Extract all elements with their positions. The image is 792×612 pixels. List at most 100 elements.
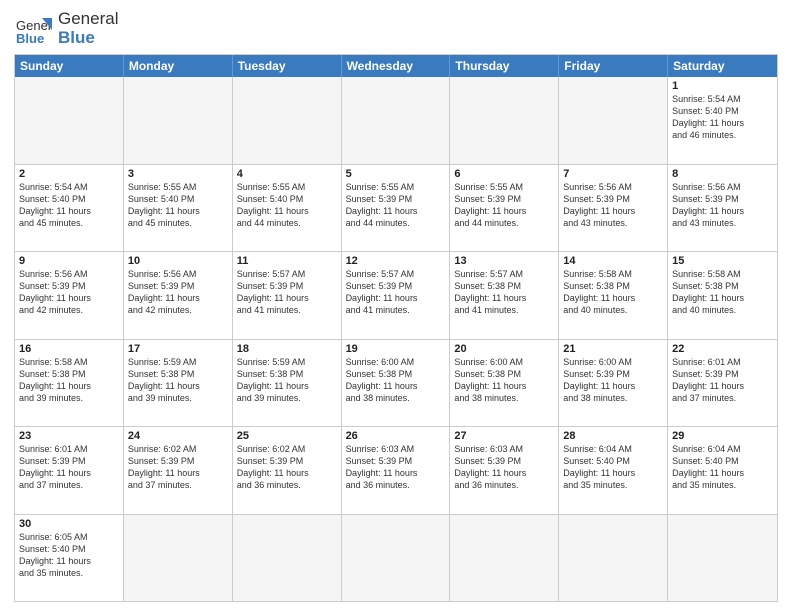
cell-info: Sunrise: 5:54 AM Sunset: 5:40 PM Dayligh… bbox=[672, 93, 773, 142]
day-number: 10 bbox=[128, 255, 228, 267]
day-number: 29 bbox=[672, 430, 773, 442]
cell-info: Sunrise: 5:59 AM Sunset: 5:38 PM Dayligh… bbox=[237, 356, 337, 405]
logo-general-text: General bbox=[58, 10, 118, 29]
day-number: 1 bbox=[672, 80, 773, 92]
day-number: 28 bbox=[563, 430, 663, 442]
day-number: 4 bbox=[237, 168, 337, 180]
cell-info: Sunrise: 5:55 AM Sunset: 5:40 PM Dayligh… bbox=[237, 181, 337, 230]
calendar-cell: 10Sunrise: 5:56 AM Sunset: 5:39 PM Dayli… bbox=[124, 252, 233, 339]
cell-info: Sunrise: 6:05 AM Sunset: 5:40 PM Dayligh… bbox=[19, 531, 119, 580]
calendar-cell: 2Sunrise: 5:54 AM Sunset: 5:40 PM Daylig… bbox=[15, 165, 124, 252]
cell-info: Sunrise: 6:04 AM Sunset: 5:40 PM Dayligh… bbox=[672, 443, 773, 492]
calendar-cell: 3Sunrise: 5:55 AM Sunset: 5:40 PM Daylig… bbox=[124, 165, 233, 252]
calendar-cell: 6Sunrise: 5:55 AM Sunset: 5:39 PM Daylig… bbox=[450, 165, 559, 252]
day-number: 17 bbox=[128, 343, 228, 355]
day-number: 27 bbox=[454, 430, 554, 442]
day-number: 22 bbox=[672, 343, 773, 355]
calendar-cell: 7Sunrise: 5:56 AM Sunset: 5:39 PM Daylig… bbox=[559, 165, 668, 252]
cell-info: Sunrise: 6:02 AM Sunset: 5:39 PM Dayligh… bbox=[128, 443, 228, 492]
cell-info: Sunrise: 5:55 AM Sunset: 5:39 PM Dayligh… bbox=[346, 181, 446, 230]
weekday-header-saturday: Saturday bbox=[668, 55, 777, 77]
day-number: 13 bbox=[454, 255, 554, 267]
day-number: 26 bbox=[346, 430, 446, 442]
calendar-cell: 14Sunrise: 5:58 AM Sunset: 5:38 PM Dayli… bbox=[559, 252, 668, 339]
day-number: 15 bbox=[672, 255, 773, 267]
calendar-cell bbox=[233, 515, 342, 602]
calendar-cell: 19Sunrise: 6:00 AM Sunset: 5:38 PM Dayli… bbox=[342, 340, 451, 427]
calendar-cell: 22Sunrise: 6:01 AM Sunset: 5:39 PM Dayli… bbox=[668, 340, 777, 427]
cell-info: Sunrise: 5:56 AM Sunset: 5:39 PM Dayligh… bbox=[563, 181, 663, 230]
calendar-cell bbox=[342, 77, 451, 164]
calendar-cell: 17Sunrise: 5:59 AM Sunset: 5:38 PM Dayli… bbox=[124, 340, 233, 427]
calendar-row-0: 1Sunrise: 5:54 AM Sunset: 5:40 PM Daylig… bbox=[15, 77, 777, 165]
calendar-row-5: 30Sunrise: 6:05 AM Sunset: 5:40 PM Dayli… bbox=[15, 515, 777, 602]
calendar-cell bbox=[559, 515, 668, 602]
calendar-row-2: 9Sunrise: 5:56 AM Sunset: 5:39 PM Daylig… bbox=[15, 252, 777, 340]
cell-info: Sunrise: 5:58 AM Sunset: 5:38 PM Dayligh… bbox=[19, 356, 119, 405]
cell-info: Sunrise: 6:00 AM Sunset: 5:38 PM Dayligh… bbox=[454, 356, 554, 405]
cell-info: Sunrise: 5:57 AM Sunset: 5:38 PM Dayligh… bbox=[454, 268, 554, 317]
calendar-cell: 15Sunrise: 5:58 AM Sunset: 5:38 PM Dayli… bbox=[668, 252, 777, 339]
calendar-cell: 29Sunrise: 6:04 AM Sunset: 5:40 PM Dayli… bbox=[668, 427, 777, 514]
calendar-header: SundayMondayTuesdayWednesdayThursdayFrid… bbox=[15, 55, 777, 77]
day-number: 24 bbox=[128, 430, 228, 442]
day-number: 6 bbox=[454, 168, 554, 180]
calendar-cell: 30Sunrise: 6:05 AM Sunset: 5:40 PM Dayli… bbox=[15, 515, 124, 602]
cell-info: Sunrise: 5:56 AM Sunset: 5:39 PM Dayligh… bbox=[19, 268, 119, 317]
day-number: 3 bbox=[128, 168, 228, 180]
day-number: 14 bbox=[563, 255, 663, 267]
day-number: 12 bbox=[346, 255, 446, 267]
cell-info: Sunrise: 6:04 AM Sunset: 5:40 PM Dayligh… bbox=[563, 443, 663, 492]
day-number: 8 bbox=[672, 168, 773, 180]
cell-info: Sunrise: 5:57 AM Sunset: 5:39 PM Dayligh… bbox=[237, 268, 337, 317]
logo-blue-text: Blue bbox=[58, 29, 118, 48]
day-number: 25 bbox=[237, 430, 337, 442]
calendar-cell bbox=[559, 77, 668, 164]
calendar-cell: 21Sunrise: 6:00 AM Sunset: 5:39 PM Dayli… bbox=[559, 340, 668, 427]
cell-info: Sunrise: 5:58 AM Sunset: 5:38 PM Dayligh… bbox=[563, 268, 663, 317]
day-number: 2 bbox=[19, 168, 119, 180]
cell-info: Sunrise: 5:58 AM Sunset: 5:38 PM Dayligh… bbox=[672, 268, 773, 317]
calendar-row-4: 23Sunrise: 6:01 AM Sunset: 5:39 PM Dayli… bbox=[15, 427, 777, 515]
calendar-cell: 28Sunrise: 6:04 AM Sunset: 5:40 PM Dayli… bbox=[559, 427, 668, 514]
cell-info: Sunrise: 6:01 AM Sunset: 5:39 PM Dayligh… bbox=[672, 356, 773, 405]
calendar-cell bbox=[450, 77, 559, 164]
calendar-cell: 26Sunrise: 6:03 AM Sunset: 5:39 PM Dayli… bbox=[342, 427, 451, 514]
calendar-cell: 13Sunrise: 5:57 AM Sunset: 5:38 PM Dayli… bbox=[450, 252, 559, 339]
cell-info: Sunrise: 5:59 AM Sunset: 5:38 PM Dayligh… bbox=[128, 356, 228, 405]
day-number: 23 bbox=[19, 430, 119, 442]
calendar-cell: 25Sunrise: 6:02 AM Sunset: 5:39 PM Dayli… bbox=[233, 427, 342, 514]
calendar-cell: 11Sunrise: 5:57 AM Sunset: 5:39 PM Dayli… bbox=[233, 252, 342, 339]
weekday-header-friday: Friday bbox=[559, 55, 668, 77]
calendar-body: 1Sunrise: 5:54 AM Sunset: 5:40 PM Daylig… bbox=[15, 77, 777, 601]
calendar-cell bbox=[124, 77, 233, 164]
calendar-cell: 9Sunrise: 5:56 AM Sunset: 5:39 PM Daylig… bbox=[15, 252, 124, 339]
calendar-cell: 8Sunrise: 5:56 AM Sunset: 5:39 PM Daylig… bbox=[668, 165, 777, 252]
calendar-cell: 20Sunrise: 6:00 AM Sunset: 5:38 PM Dayli… bbox=[450, 340, 559, 427]
calendar-cell: 4Sunrise: 5:55 AM Sunset: 5:40 PM Daylig… bbox=[233, 165, 342, 252]
day-number: 18 bbox=[237, 343, 337, 355]
day-number: 11 bbox=[237, 255, 337, 267]
cell-info: Sunrise: 5:56 AM Sunset: 5:39 PM Dayligh… bbox=[672, 181, 773, 230]
cell-info: Sunrise: 6:00 AM Sunset: 5:39 PM Dayligh… bbox=[563, 356, 663, 405]
day-number: 30 bbox=[19, 518, 119, 530]
day-number: 20 bbox=[454, 343, 554, 355]
cell-info: Sunrise: 6:01 AM Sunset: 5:39 PM Dayligh… bbox=[19, 443, 119, 492]
cell-info: Sunrise: 5:57 AM Sunset: 5:39 PM Dayligh… bbox=[346, 268, 446, 317]
calendar-cell: 27Sunrise: 6:03 AM Sunset: 5:39 PM Dayli… bbox=[450, 427, 559, 514]
cell-info: Sunrise: 5:55 AM Sunset: 5:40 PM Dayligh… bbox=[128, 181, 228, 230]
cell-info: Sunrise: 5:55 AM Sunset: 5:39 PM Dayligh… bbox=[454, 181, 554, 230]
calendar-cell bbox=[124, 515, 233, 602]
calendar-row-1: 2Sunrise: 5:54 AM Sunset: 5:40 PM Daylig… bbox=[15, 165, 777, 253]
weekday-header-wednesday: Wednesday bbox=[342, 55, 451, 77]
header: General Blue General Blue bbox=[14, 10, 778, 48]
cell-info: Sunrise: 5:54 AM Sunset: 5:40 PM Dayligh… bbox=[19, 181, 119, 230]
day-number: 19 bbox=[346, 343, 446, 355]
cell-info: Sunrise: 6:03 AM Sunset: 5:39 PM Dayligh… bbox=[454, 443, 554, 492]
generalblue-logo-icon: General Blue bbox=[14, 10, 52, 48]
calendar-cell: 12Sunrise: 5:57 AM Sunset: 5:39 PM Dayli… bbox=[342, 252, 451, 339]
logo: General Blue General Blue bbox=[14, 10, 118, 48]
calendar-cell: 23Sunrise: 6:01 AM Sunset: 5:39 PM Dayli… bbox=[15, 427, 124, 514]
day-number: 21 bbox=[563, 343, 663, 355]
calendar-cell: 24Sunrise: 6:02 AM Sunset: 5:39 PM Dayli… bbox=[124, 427, 233, 514]
